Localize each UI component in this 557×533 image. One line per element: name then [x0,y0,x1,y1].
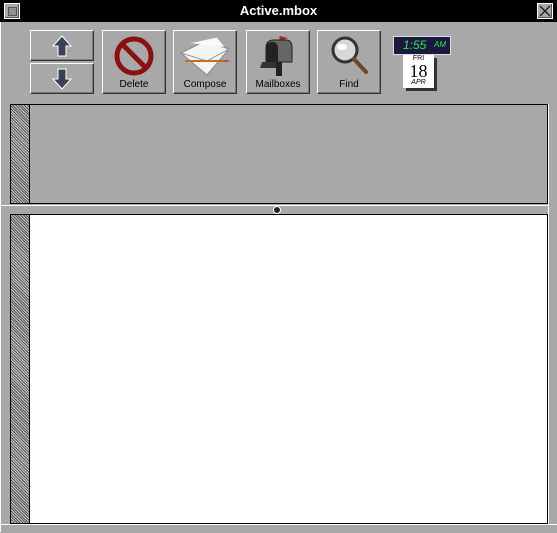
mailboxes-label: Mailboxes [255,79,301,90]
compose-icon [180,36,231,76]
arrow-down-icon [52,68,72,90]
right-border [548,104,549,524]
preview-status-column [11,215,30,523]
close-button[interactable] [537,3,553,19]
window-title: Active.mbox [239,3,318,18]
splitter-handle[interactable] [273,206,281,214]
arrow-up-icon [52,35,72,57]
mailboxes-button[interactable]: Mailboxes [246,30,310,94]
mailbox-icon [260,36,293,76]
compose-button[interactable]: Compose [173,30,237,94]
clock-time: 1:55 [403,38,427,52]
clock-ampm: AM [434,40,446,49]
title-bar[interactable]: Active.mbox [0,0,557,23]
delete-icon [114,36,154,76]
compose-label: Compose [183,79,227,90]
message-preview-pane[interactable] [10,214,548,524]
calendar-icon: FRI 18 APR [403,55,434,88]
magnifier-icon [331,36,368,74]
message-list-pane[interactable] [10,104,548,204]
previous-message-button[interactable] [30,30,94,61]
close-icon [539,5,551,17]
next-message-button[interactable] [30,63,94,94]
delete-button[interactable]: Delete [102,30,166,94]
calendar-month: APR [411,79,426,86]
message-list-status-column [11,105,30,203]
find-label: Find [339,79,359,90]
clock-display: 1:55 AM [393,36,451,55]
calendar-day: 18 [409,61,428,81]
delete-label: Delete [119,79,149,90]
find-button[interactable]: Find [317,30,381,94]
